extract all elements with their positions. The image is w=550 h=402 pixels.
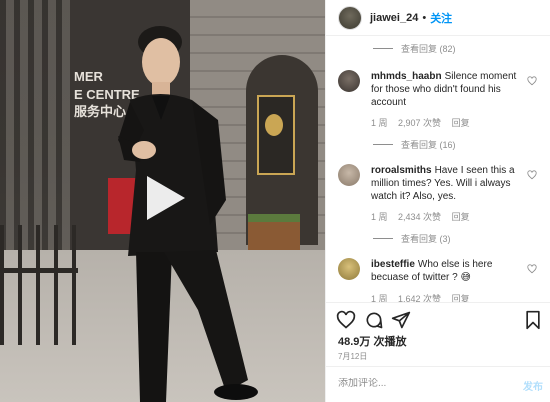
view-count[interactable]: 48.9万 次播放 xyxy=(338,333,406,349)
comment-time: 1 周 xyxy=(371,294,388,302)
avatar[interactable] xyxy=(338,258,360,280)
play-icon[interactable] xyxy=(137,172,189,224)
reply-button[interactable]: 回复 xyxy=(452,294,470,302)
background-fence-rail xyxy=(0,268,78,273)
follow-button[interactable]: 关注 xyxy=(430,10,452,26)
replies-divider xyxy=(373,238,393,239)
reply-button[interactable]: 回复 xyxy=(452,118,470,128)
comment-time: 1 周 xyxy=(371,212,388,222)
comment-body: roroalsmiths Have I seen this a million t… xyxy=(371,164,521,203)
replies-divider xyxy=(373,144,393,145)
comment-username[interactable]: roroalsmiths xyxy=(371,165,432,176)
view-replies-button[interactable]: 查看回复 (16) xyxy=(373,138,456,151)
comment-likes[interactable]: 2,434 次赞 xyxy=(398,212,441,222)
comment-time: 1 周 xyxy=(371,118,388,128)
comment-item: roroalsmiths Have I seen this a million t… xyxy=(338,164,543,224)
header-separator: • xyxy=(422,11,427,24)
view-replies-button[interactable]: 查看回复 (82) xyxy=(373,42,456,55)
comment-input[interactable] xyxy=(338,378,498,389)
comment-meta: 1 周 2,907 次赞 回复 xyxy=(371,116,478,129)
comment-composer: 发布 xyxy=(326,366,550,402)
action-bar xyxy=(326,302,550,334)
bookmark-icon[interactable] xyxy=(523,310,543,330)
avatar[interactable] xyxy=(338,164,360,186)
view-replies-button[interactable]: 查看回复 (3) xyxy=(373,232,451,245)
comment-item: ibesteffie Who else is here becuase of tw… xyxy=(338,258,543,302)
reply-button[interactable]: 回复 xyxy=(452,212,470,222)
video-subject-man xyxy=(118,26,258,402)
view-replies-label: 查看回复 (16) xyxy=(401,140,456,150)
comment-body: ibesteffie Who else is here becuase of tw… xyxy=(371,258,521,284)
background-fence xyxy=(0,225,80,345)
heart-icon[interactable] xyxy=(527,76,537,86)
heart-icon[interactable] xyxy=(336,310,356,330)
video-player[interactable]: MER E CENTRE 服务中心 xyxy=(0,0,325,402)
comment-item: mhmds_haabn Silence moment for those who … xyxy=(338,70,543,130)
comment-username[interactable]: mhmds_haabn xyxy=(371,71,442,82)
post-date[interactable]: 7月12日 xyxy=(338,351,367,362)
comment-username[interactable]: ibesteffie xyxy=(371,259,415,270)
avatar[interactable] xyxy=(338,70,360,92)
post-panel: jiawei_24 • 关注 查看回复 (82) mhmds_haabn Sile… xyxy=(325,0,550,402)
view-replies-label: 查看回复 (82) xyxy=(401,44,456,54)
heart-icon[interactable] xyxy=(527,170,537,180)
comment-likes[interactable]: 1,642 次赞 xyxy=(398,294,441,302)
comment-body: mhmds_haabn Silence moment for those who … xyxy=(371,70,521,109)
comment-meta: 1 周 2,434 次赞 回复 xyxy=(371,210,478,223)
comment-meta: 1 周 1,642 次赞 回复 xyxy=(371,292,478,302)
heart-icon[interactable] xyxy=(527,264,537,274)
post-header: jiawei_24 • 关注 xyxy=(326,0,550,36)
view-replies-label: 查看回复 (3) xyxy=(401,234,451,244)
author-username[interactable]: jiawei_24 xyxy=(370,12,418,24)
avatar[interactable] xyxy=(338,5,362,30)
replies-divider xyxy=(373,48,393,49)
comment-icon[interactable] xyxy=(364,310,384,330)
comments-list[interactable]: 查看回复 (82) mhmds_haabn Silence moment for … xyxy=(326,36,550,302)
share-icon[interactable] xyxy=(391,310,411,330)
post-button[interactable]: 发布 xyxy=(523,378,543,393)
comment-likes[interactable]: 2,907 次赞 xyxy=(398,118,441,128)
